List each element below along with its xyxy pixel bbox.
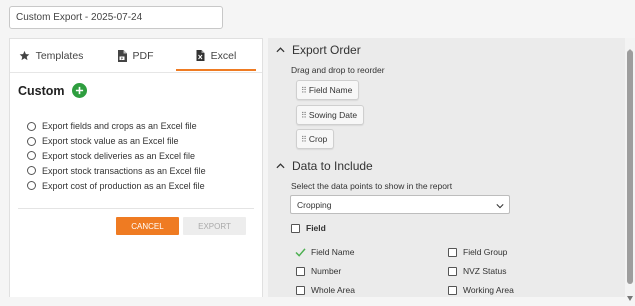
tab-pdf-label: PDF bbox=[132, 49, 154, 62]
export-order-title: Export Order bbox=[292, 43, 361, 57]
drag-handle-icon[interactable]: ⠿ bbox=[301, 86, 307, 95]
scroll-down-arrow-icon[interactable] bbox=[627, 288, 633, 306]
left-panel: Templates P PDF Excel Custom Export fiel… bbox=[9, 38, 263, 297]
radio-button[interactable] bbox=[27, 121, 36, 131]
export-type-tabs: Templates P PDF Excel bbox=[10, 39, 262, 73]
option-label: Export cost of production as an Excel fi… bbox=[42, 180, 205, 191]
selected-category: Cropping bbox=[297, 199, 332, 210]
checkmark-icon[interactable] bbox=[295, 247, 306, 257]
field-group-label: Field bbox=[306, 223, 326, 233]
star-icon bbox=[19, 50, 30, 61]
radio-button[interactable] bbox=[27, 166, 36, 176]
checkbox[interactable] bbox=[296, 266, 305, 276]
export-order-header[interactable]: Export Order bbox=[276, 43, 361, 57]
checkbox-label: Field Name bbox=[311, 247, 355, 257]
export-option-stock-value[interactable]: Export stock value as an Excel file bbox=[27, 134, 206, 149]
option-label: Export fields and crops as an Excel file bbox=[42, 121, 197, 132]
checkbox-nvz-status[interactable]: NVZ Status bbox=[448, 266, 506, 276]
export-button[interactable]: EXPORT bbox=[183, 217, 246, 235]
field-group-checkbox[interactable]: Field bbox=[291, 223, 326, 233]
tab-excel[interactable]: Excel bbox=[176, 39, 256, 72]
tab-pdf[interactable]: P PDF bbox=[94, 39, 176, 72]
data-to-include-header[interactable]: Data to Include bbox=[276, 159, 373, 173]
tab-templates[interactable]: Templates bbox=[10, 39, 92, 72]
option-label: Export stock deliveries as an Excel file bbox=[42, 150, 196, 161]
cancel-button[interactable]: CANCEL bbox=[116, 217, 179, 235]
add-custom-button[interactable] bbox=[71, 83, 87, 98]
custom-title: Custom bbox=[18, 83, 65, 98]
tab-templates-label: Templates bbox=[35, 49, 84, 62]
checkbox[interactable] bbox=[296, 285, 305, 295]
data-category-select[interactable]: Cropping bbox=[290, 195, 510, 214]
checkbox[interactable] bbox=[291, 223, 300, 233]
option-label: Export stock transactions as an Excel fi… bbox=[42, 165, 206, 176]
tab-excel-label: Excel bbox=[210, 49, 237, 62]
radio-button[interactable] bbox=[27, 151, 36, 161]
checkbox[interactable] bbox=[448, 285, 457, 295]
data-to-include-title: Data to Include bbox=[292, 159, 373, 173]
order-item-label: Crop bbox=[308, 134, 328, 144]
checkbox-label: Whole Area bbox=[311, 285, 355, 295]
checkbox-field-name[interactable]: Field Name bbox=[295, 247, 354, 257]
export-order-subtitle: Drag and drop to reorder bbox=[291, 65, 385, 75]
order-item-sowing-date[interactable]: ⠿ Sowing Date bbox=[296, 105, 365, 125]
checkbox-working-area[interactable]: Working Area bbox=[448, 285, 514, 295]
checkbox-label: Number bbox=[311, 266, 342, 276]
excel-file-icon bbox=[196, 50, 205, 61]
divider bbox=[18, 208, 254, 209]
radio-button[interactable] bbox=[27, 136, 36, 146]
export-option-stock-deliveries[interactable]: Export stock deliveries as an Excel file bbox=[27, 149, 206, 164]
drag-handle-icon[interactable]: ⠿ bbox=[301, 135, 307, 144]
option-label: Export stock value as an Excel file bbox=[42, 136, 179, 147]
scrollbar-thumb[interactable] bbox=[627, 50, 633, 284]
export-option-stock-transactions[interactable]: Export stock transactions as an Excel fi… bbox=[27, 163, 206, 178]
order-item-label: Sowing Date bbox=[308, 110, 358, 120]
checkbox[interactable] bbox=[448, 247, 457, 257]
pdf-file-icon: P bbox=[117, 49, 127, 62]
right-panel: Export Order Drag and drop to reorder ⠿ … bbox=[268, 38, 635, 297]
order-item-field-name[interactable]: ⠿ Field Name bbox=[296, 80, 360, 100]
checkbox[interactable] bbox=[448, 266, 457, 276]
active-tab-indicator bbox=[176, 69, 256, 71]
export-title-input[interactable] bbox=[9, 6, 223, 29]
chevron-down-icon bbox=[496, 201, 504, 211]
right-panel-scrollbar[interactable] bbox=[625, 38, 635, 301]
checkbox-number[interactable]: Number bbox=[296, 266, 341, 276]
radio-button[interactable] bbox=[27, 181, 36, 191]
drag-handle-icon[interactable]: ⠿ bbox=[301, 111, 307, 120]
chevron-up-icon bbox=[276, 163, 285, 169]
export-option-cost-of-production[interactable]: Export cost of production as an Excel fi… bbox=[27, 178, 206, 193]
checkbox-whole-area[interactable]: Whole Area bbox=[296, 285, 355, 295]
plus-icon bbox=[75, 86, 83, 95]
checkbox-label: Working Area bbox=[463, 285, 514, 295]
chevron-up-icon bbox=[276, 47, 285, 53]
data-to-include-subtitle: Select the data points to show in the re… bbox=[291, 181, 453, 191]
order-item-crop[interactable]: ⠿ Crop bbox=[296, 129, 335, 149]
checkbox-label: NVZ Status bbox=[463, 266, 507, 276]
order-item-label: Field Name bbox=[308, 85, 353, 95]
checkbox-field-group[interactable]: Field Group bbox=[448, 247, 507, 257]
custom-export-options: Export fields and crops as an Excel file… bbox=[27, 119, 206, 193]
export-option-fields-crops[interactable]: Export fields and crops as an Excel file bbox=[27, 119, 206, 134]
custom-header: Custom bbox=[18, 83, 87, 98]
checkbox-label: Field Group bbox=[463, 247, 508, 257]
